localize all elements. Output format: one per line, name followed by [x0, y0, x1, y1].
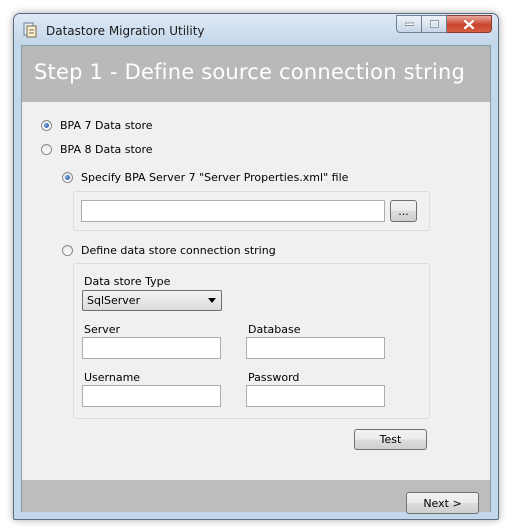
password-input[interactable]	[246, 385, 385, 407]
wizard-footer: Next >	[22, 480, 490, 514]
maximize-button[interactable]	[422, 15, 447, 33]
bpa7-label: BPA 7 Data store	[60, 119, 153, 132]
caption-buttons	[396, 15, 492, 34]
username-input[interactable]	[82, 385, 221, 407]
window-title: Datastore Migration Utility	[46, 24, 205, 38]
server-properties-radio-row[interactable]: Specify BPA Server 7 "Server Properties.…	[62, 171, 348, 184]
step-header: Step 1 - Define source connection string	[22, 46, 490, 102]
password-label: Password	[248, 371, 300, 384]
connection-string-radio[interactable]	[62, 245, 73, 256]
test-button[interactable]: Test	[354, 429, 427, 450]
server-input[interactable]	[82, 337, 221, 359]
database-label: Database	[248, 323, 301, 336]
next-button[interactable]: Next >	[406, 492, 479, 514]
bpa7-radio-row[interactable]: BPA 7 Data store	[41, 119, 153, 132]
minimize-icon	[404, 22, 414, 26]
datastore-type-select[interactable]: SqlServer	[82, 290, 222, 311]
chevron-down-icon	[208, 298, 216, 303]
file-path-group: ...	[73, 191, 430, 231]
maximize-icon	[429, 20, 439, 28]
connection-settings-group: Data store Type SqlServer Server Databas…	[73, 263, 430, 419]
bpa8-label: BPA 8 Data store	[60, 143, 153, 156]
server-properties-radio[interactable]	[62, 172, 73, 183]
bpa8-radio-row[interactable]: BPA 8 Data store	[41, 143, 153, 156]
browse-button[interactable]: ...	[390, 200, 417, 222]
connection-string-label: Define data store connection string	[81, 244, 276, 257]
title-bar[interactable]: Datastore Migration Utility	[14, 14, 498, 46]
migration-window: Datastore Migration Utility Step 1 - Def…	[13, 13, 499, 520]
migration-app-icon	[23, 22, 37, 38]
close-button[interactable]	[447, 15, 492, 33]
close-icon	[464, 19, 474, 29]
username-label: Username	[84, 371, 141, 384]
connection-string-radio-row[interactable]: Define data store connection string	[62, 244, 276, 257]
file-path-input[interactable]	[81, 200, 385, 222]
server-label: Server	[84, 323, 121, 336]
database-input[interactable]	[246, 337, 385, 359]
server-properties-label: Specify BPA Server 7 "Server Properties.…	[81, 171, 349, 184]
bpa8-radio[interactable]	[41, 144, 52, 155]
minimize-button[interactable]	[396, 15, 422, 33]
datastore-type-value: SqlServer	[87, 294, 141, 307]
datastore-type-label: Data store Type	[84, 275, 171, 288]
step-title: Step 1 - Define source connection string	[34, 60, 466, 84]
wizard-client-area: Step 1 - Define source connection string…	[21, 45, 491, 514]
bpa7-radio[interactable]	[41, 120, 52, 131]
